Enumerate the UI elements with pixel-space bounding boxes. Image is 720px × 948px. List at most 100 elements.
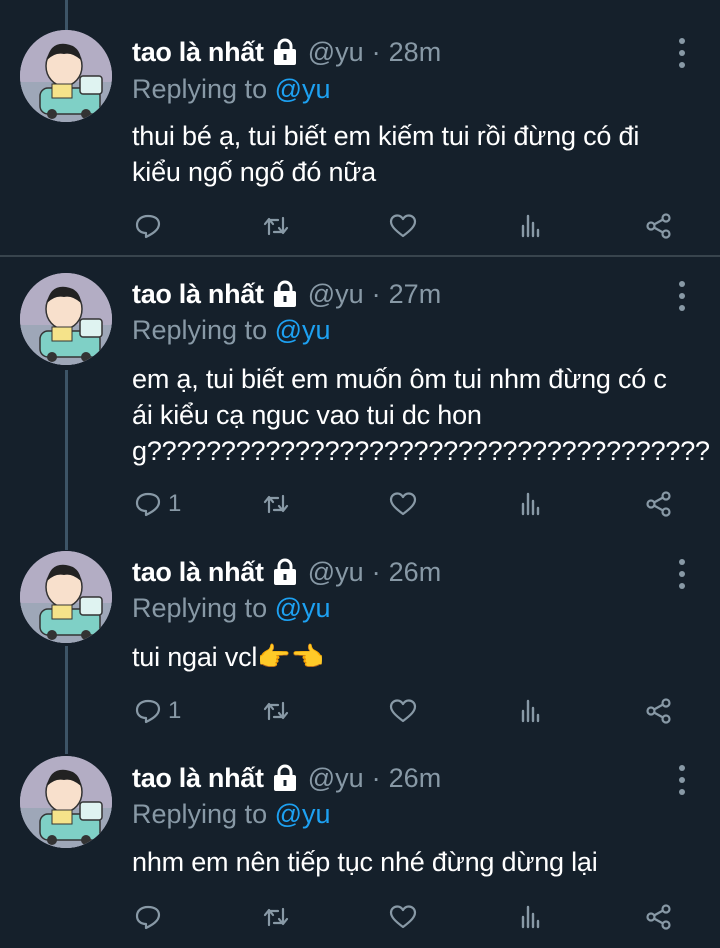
replying-prefix: Replying to bbox=[132, 74, 268, 104]
avatar-image bbox=[20, 273, 112, 365]
reply-button[interactable] bbox=[134, 897, 168, 937]
avatar-image bbox=[20, 30, 112, 122]
more-icon[interactable] bbox=[672, 559, 692, 589]
retweet-icon bbox=[263, 216, 289, 236]
tweet-text: tui ngai vcl👉👈 bbox=[132, 642, 325, 672]
lock-icon bbox=[273, 38, 296, 65]
retweet-icon bbox=[263, 701, 289, 721]
replying-to: Replying to @yu bbox=[132, 799, 331, 830]
reply-icon bbox=[135, 214, 161, 239]
analytics-button[interactable] bbox=[517, 691, 545, 731]
display-name[interactable]: tao là nhất bbox=[132, 37, 264, 68]
tweet-header: tao là nhất @yu · 27m bbox=[132, 274, 441, 314]
reply-count: 1 bbox=[168, 490, 182, 517]
share-button[interactable] bbox=[645, 897, 673, 937]
share-button[interactable] bbox=[645, 206, 673, 246]
retweet-icon bbox=[263, 907, 289, 927]
mention-link[interactable]: @yu bbox=[275, 799, 331, 829]
replying-to: Replying to @yu bbox=[132, 74, 331, 105]
timestamp[interactable]: 26m bbox=[389, 763, 442, 794]
action-bar: 1 bbox=[0, 484, 720, 524]
like-icon bbox=[389, 699, 417, 723]
share-icon bbox=[646, 213, 671, 239]
tweet-header: tao là nhất @yu · 28m bbox=[132, 32, 441, 72]
reply-icon bbox=[135, 905, 161, 930]
retweet-button[interactable] bbox=[262, 897, 290, 937]
separator: · bbox=[371, 278, 381, 309]
reply-icon bbox=[135, 492, 161, 517]
like-icon bbox=[389, 905, 417, 929]
timestamp[interactable]: 28m bbox=[389, 37, 442, 68]
separator: · bbox=[371, 36, 381, 67]
like-icon bbox=[389, 492, 417, 516]
more-icon[interactable] bbox=[672, 38, 692, 68]
display-name[interactable]: tao là nhất bbox=[132, 557, 264, 588]
like-button[interactable] bbox=[389, 484, 417, 524]
analytics-button[interactable] bbox=[517, 206, 545, 246]
analytics-icon bbox=[521, 699, 540, 723]
mention-link[interactable]: @yu bbox=[275, 593, 331, 623]
reply-button[interactable] bbox=[134, 206, 168, 246]
reply-count: 1 bbox=[168, 697, 182, 724]
lock-icon bbox=[273, 280, 296, 307]
timestamp[interactable]: 26m bbox=[389, 557, 442, 588]
replying-to: Replying to @yu bbox=[132, 315, 331, 346]
avatar[interactable] bbox=[20, 273, 112, 365]
replying-prefix: Replying to bbox=[132, 315, 268, 345]
tweet-text: thui bé ạ, tui biết em kiếm tui rồi đừng… bbox=[132, 121, 640, 187]
share-button[interactable] bbox=[645, 691, 673, 731]
share-icon bbox=[646, 698, 671, 724]
share-icon bbox=[646, 491, 671, 517]
more-icon[interactable] bbox=[672, 281, 692, 311]
like-button[interactable] bbox=[389, 897, 417, 937]
analytics-icon bbox=[521, 492, 540, 516]
display-name[interactable]: tao là nhất bbox=[132, 279, 264, 310]
display-name[interactable]: tao là nhất bbox=[132, 763, 264, 794]
share-button[interactable] bbox=[645, 484, 673, 524]
share-icon bbox=[646, 904, 671, 930]
tweet-text: nhm em nên tiếp tục nhé đừng dừng lại bbox=[132, 847, 598, 877]
avatar-image bbox=[20, 551, 112, 643]
action-bar: 1 bbox=[0, 691, 720, 731]
avatar-image bbox=[20, 756, 112, 848]
avatar[interactable] bbox=[20, 756, 112, 848]
like-icon bbox=[389, 214, 417, 238]
replying-prefix: Replying to bbox=[132, 799, 268, 829]
lock-icon bbox=[273, 764, 296, 791]
tweet[interactable]: tao là nhất @yu · 26m Replying to @yu tu… bbox=[0, 535, 720, 740]
separator: · bbox=[371, 556, 381, 587]
retweet-button[interactable] bbox=[262, 484, 290, 524]
user-handle[interactable]: @yu bbox=[308, 37, 364, 68]
tweet[interactable]: tao là nhất @yu · 28m Replying to @yu th… bbox=[0, 0, 720, 250]
more-icon[interactable] bbox=[672, 765, 692, 795]
reply-button[interactable]: 1 bbox=[134, 484, 181, 524]
mention-link[interactable]: @yu bbox=[275, 315, 331, 345]
reply-button[interactable]: 1 bbox=[134, 691, 181, 731]
replying-to: Replying to @yu bbox=[132, 593, 331, 624]
like-button[interactable] bbox=[389, 206, 417, 246]
action-bar bbox=[0, 897, 720, 937]
separator: · bbox=[371, 762, 381, 793]
analytics-button[interactable] bbox=[517, 484, 545, 524]
retweet-icon bbox=[263, 494, 289, 514]
retweet-button[interactable] bbox=[262, 206, 290, 246]
tweet[interactable]: tao là nhất @yu · 26m Replying to @yu nh… bbox=[0, 742, 720, 948]
tweet[interactable]: tao là nhất @yu · 27m Replying to @yu em… bbox=[0, 257, 720, 527]
analytics-button[interactable] bbox=[517, 897, 545, 937]
tweet-header: tao là nhất @yu · 26m bbox=[132, 758, 441, 798]
mention-link[interactable]: @yu bbox=[275, 74, 331, 104]
like-button[interactable] bbox=[389, 691, 417, 731]
timestamp[interactable]: 27m bbox=[389, 279, 442, 310]
tweet-text: em ạ, tui biết em muốn ôm tui nhm đừng c… bbox=[132, 364, 710, 466]
user-handle[interactable]: @yu bbox=[308, 763, 364, 794]
lock-icon bbox=[273, 558, 296, 585]
tweet-header: tao là nhất @yu · 26m bbox=[132, 552, 441, 592]
avatar[interactable] bbox=[20, 551, 112, 643]
user-handle[interactable]: @yu bbox=[308, 557, 364, 588]
analytics-icon bbox=[521, 905, 540, 929]
avatar[interactable] bbox=[20, 30, 112, 122]
retweet-button[interactable] bbox=[262, 691, 290, 731]
user-handle[interactable]: @yu bbox=[308, 279, 364, 310]
action-bar bbox=[0, 206, 720, 246]
replying-prefix: Replying to bbox=[132, 593, 268, 623]
